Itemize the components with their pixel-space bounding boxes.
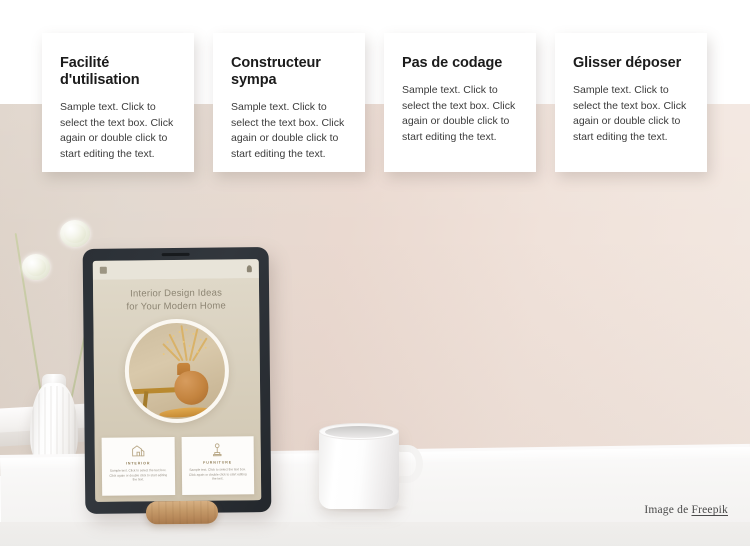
feature-card-title: Pas de codage: [402, 55, 503, 71]
feature-card-title: Constructeur sympa: [231, 55, 321, 88]
feature-card-title: Glisser déposer: [573, 55, 682, 71]
tablet-mini-card-interior[interactable]: INTERIOR Sample text. Click to select th…: [101, 437, 175, 496]
flower-bloom-icon: [22, 254, 50, 280]
mug-body: [319, 429, 399, 509]
feature-card-glisser-deposer[interactable]: Glisser déposer Sample text. Click to se…: [555, 33, 707, 172]
tablet-screen[interactable]: Interior Design Ideas for Your Modern Ho…: [92, 259, 262, 502]
feature-card-title: Facilité d'utilisation: [60, 55, 140, 88]
tablet-camera: [161, 252, 190, 257]
bell-icon[interactable]: [246, 265, 252, 273]
feature-cards-row: Facilité d'utilisation Sample text. Clic…: [0, 0, 750, 200]
hamburger-menu-icon[interactable]: [99, 266, 107, 274]
desk-front-face: [0, 522, 750, 546]
tablet-hero-title-line2: for Your Modern Home: [126, 299, 227, 313]
tablet-hero-title: Interior Design Ideas for Your Modern Ho…: [93, 287, 259, 314]
tablet-hero-title-line1: Interior Design Ideas: [130, 287, 223, 300]
tablet-mini-card-body: Sample text. Click to select the text bo…: [188, 467, 247, 481]
feature-card-body: Sample text. Click to select the text bo…: [60, 101, 174, 160]
tablet-mini-card-body: Sample text. Click to select the text bo…: [109, 468, 168, 482]
image-credit: Image de Freepik: [644, 504, 728, 516]
feature-card-body: Sample text. Click to select the text bo…: [231, 101, 345, 160]
tablet-mini-card-caption: FURNITURE: [203, 460, 233, 465]
image-credit-prefix: Image de: [644, 504, 692, 516]
tablet-stand: [145, 500, 219, 525]
hero-terracotta-pot: [174, 370, 209, 406]
tablet-mini-card-furniture[interactable]: FURNITURE Sample text. Click to select t…: [181, 436, 255, 495]
feature-card-pas-de-codage[interactable]: Pas de codage Sample text. Click to sele…: [384, 33, 536, 172]
coffee-mug: [313, 421, 423, 513]
feature-card-constructeur-sympa[interactable]: Constructeur sympa Sample text. Click to…: [213, 33, 365, 172]
flower-bloom-icon: [60, 220, 90, 247]
tablet-mini-card-caption: INTERIOR: [125, 461, 151, 466]
hero-table-leg: [142, 391, 149, 414]
feature-card-body: Sample text. Click to select the text bo…: [402, 84, 516, 143]
tablet-mini-cards: INTERIOR Sample text. Click to select th…: [101, 436, 255, 496]
tablet-hero-image: [124, 318, 230, 424]
tablet-page-header: [92, 259, 259, 280]
feature-card-facilite-utilisation[interactable]: Facilité d'utilisation Sample text. Clic…: [42, 33, 194, 172]
hero-tray: [159, 405, 212, 419]
furniture-lamp-icon: [213, 443, 222, 457]
tablet-page-body: Interior Design Ideas for Your Modern Ho…: [92, 278, 262, 502]
page-root: Interior Design Ideas for Your Modern Ho…: [0, 0, 750, 546]
mug-interior: [325, 426, 393, 438]
interior-room-icon: [131, 445, 145, 457]
freepik-link[interactable]: Freepik: [691, 504, 728, 516]
feature-card-body: Sample text. Click to select the text bo…: [573, 84, 687, 143]
tablet-device: Interior Design Ideas for Your Modern Ho…: [82, 247, 272, 514]
